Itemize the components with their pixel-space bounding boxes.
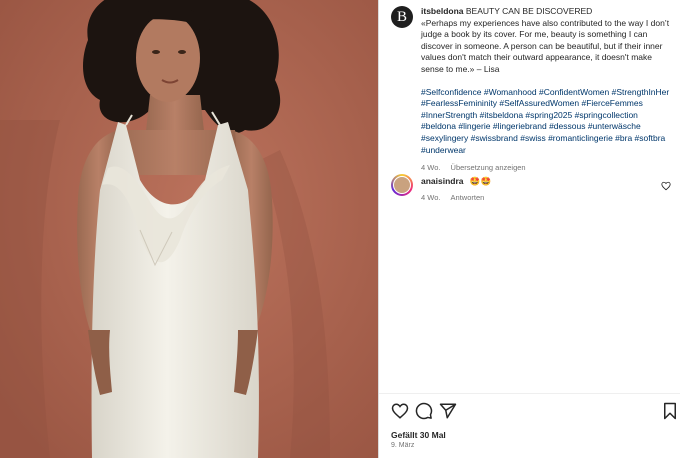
post-image bbox=[0, 0, 378, 458]
caption-quote: «Perhaps my experiences have also contri… bbox=[421, 17, 670, 74]
reply-button[interactable]: Antworten bbox=[451, 193, 485, 202]
comment-like-heart-icon[interactable] bbox=[661, 181, 671, 191]
post-age: 4 Wo. bbox=[421, 163, 441, 173]
comment-meta: 4 Wo. Antworten bbox=[421, 193, 484, 202]
caption-title: BEAUTY CAN BE DISCOVERED bbox=[465, 6, 593, 16]
comment-bubble-icon[interactable] bbox=[415, 402, 433, 420]
avatar-image bbox=[393, 176, 411, 194]
caption-username[interactable]: itsbeldona bbox=[421, 6, 464, 16]
post-date: 9. März bbox=[391, 442, 415, 449]
actions-bar: Gefällt 30 Mal 9. März bbox=[379, 393, 680, 458]
account-avatar[interactable]: B bbox=[391, 6, 413, 28]
share-paper-plane-icon[interactable] bbox=[439, 402, 457, 420]
comment-text: 🤩🤩 bbox=[469, 176, 492, 186]
comment-age: 4 Wo. bbox=[421, 193, 441, 202]
like-heart-icon[interactable] bbox=[391, 402, 409, 420]
post-details-panel: B itsbeldona BEAUTY CAN BE DISCOVERED «P… bbox=[379, 0, 680, 458]
save-bookmark-icon[interactable] bbox=[661, 402, 679, 420]
likes-count[interactable]: Gefällt 30 Mal bbox=[391, 430, 446, 440]
post-photo[interactable] bbox=[0, 0, 378, 458]
caption-hashtags[interactable]: #Selfconfidence #Womanhood #ConfidentWom… bbox=[421, 87, 673, 157]
caption: itsbeldona BEAUTY CAN BE DISCOVERED «Per… bbox=[421, 6, 673, 174]
comment-text-line: anaisindra 🤩🤩 bbox=[421, 176, 491, 187]
comment-avatar[interactable] bbox=[391, 174, 413, 196]
translate-link[interactable]: Übersetzung anzeigen bbox=[451, 163, 526, 172]
comment-username[interactable]: anaisindra bbox=[421, 176, 464, 186]
comment-item: anaisindra 🤩🤩 4 Wo. Antworten bbox=[391, 174, 673, 214]
caption-meta: 4 Wo. Übersetzung anzeigen bbox=[421, 162, 673, 174]
